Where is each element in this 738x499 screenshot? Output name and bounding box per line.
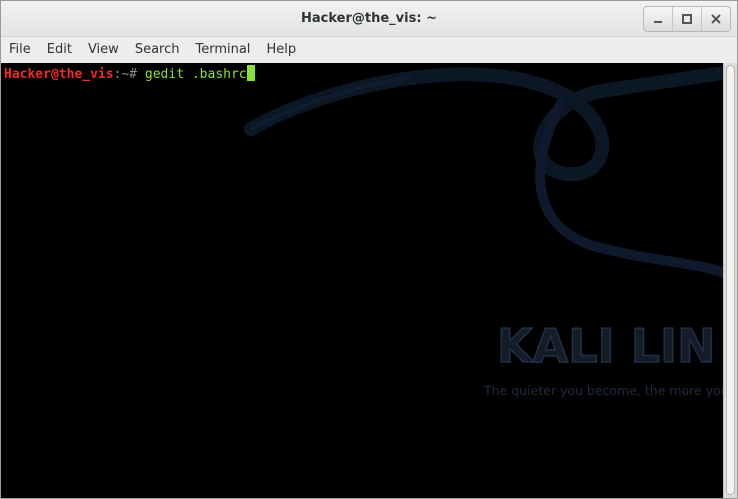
prompt-line: Hacker@the_vis:~# gedit .bashrc [4, 65, 255, 84]
minimize-button[interactable] [644, 7, 673, 31]
kali-tagline: The quieter you become, the more you [483, 383, 723, 398]
kali-brand-text: KALI LIN [497, 319, 716, 373]
title-bar[interactable]: Hacker@the_vis: ~ [1, 1, 737, 37]
menu-bar: File Edit View Search Terminal Help [1, 37, 737, 63]
text-cursor [246, 65, 255, 81]
menu-terminal[interactable]: Terminal [187, 37, 258, 63]
terminal-area[interactable]: KALI LIN The quieter you become, the mor… [1, 63, 723, 498]
maximize-button[interactable] [673, 7, 702, 31]
window-title: Hacker@the_vis: ~ [301, 11, 437, 26]
kali-watermark: KALI LIN The quieter you become, the mor… [244, 66, 723, 398]
scrollbar[interactable] [723, 63, 737, 498]
prompt-separator: :~# [113, 67, 145, 82]
maximize-icon [682, 14, 692, 24]
menu-edit[interactable]: Edit [39, 37, 80, 63]
close-icon [711, 14, 721, 24]
scroll-thumb[interactable] [726, 65, 735, 495]
minimize-icon [654, 21, 662, 23]
menu-help[interactable]: Help [258, 37, 304, 63]
menu-view[interactable]: View [80, 37, 127, 63]
terminal-window: Hacker@the_vis: ~ File Edit View Search … [0, 0, 738, 499]
dragon-swoosh [244, 66, 723, 182]
dragon-tail [535, 98, 723, 278]
menu-search[interactable]: Search [127, 37, 188, 63]
window-controls [643, 6, 731, 32]
command-text: gedit .bashrc [144, 67, 247, 82]
menu-file[interactable]: File [1, 37, 39, 63]
close-button[interactable] [702, 7, 730, 31]
prompt-user: Hacker@the_vis [4, 67, 114, 82]
